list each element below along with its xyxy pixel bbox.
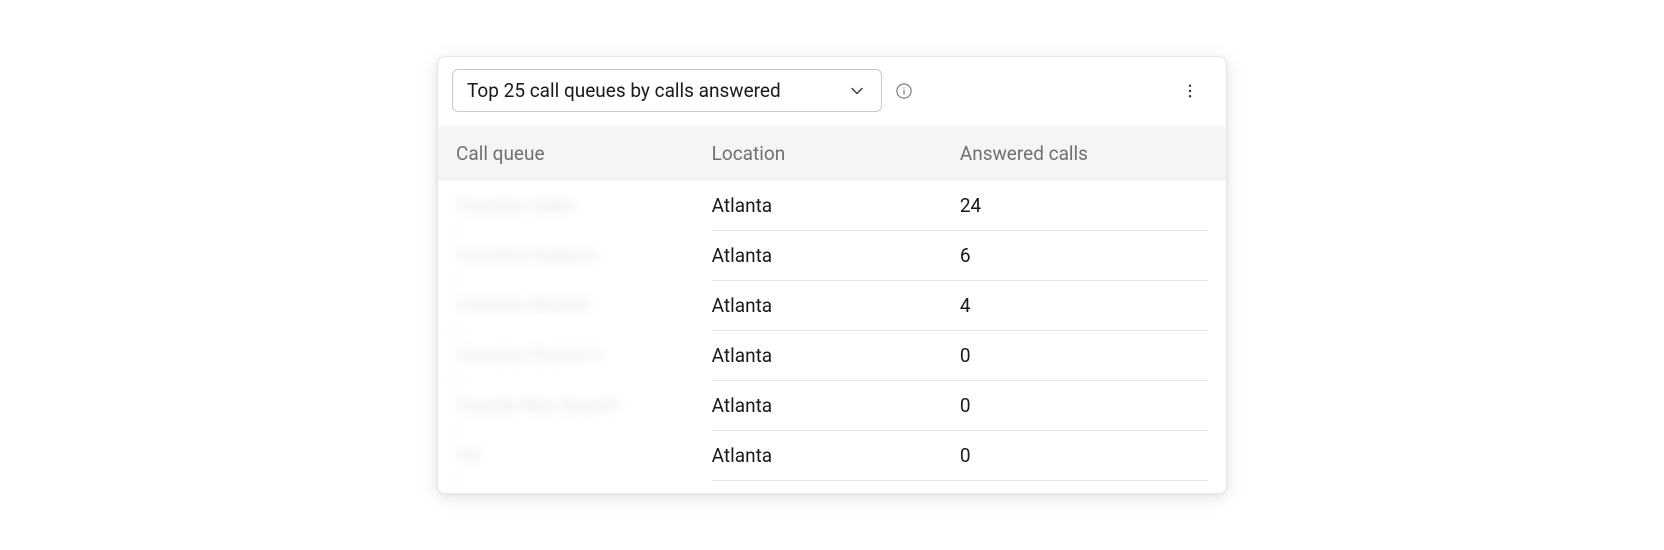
table-row[interactable]: CQ Atlanta 0	[438, 431, 1226, 481]
more-options-button[interactable]	[1176, 77, 1204, 105]
cell-location: Atlanta	[712, 281, 960, 331]
column-header-location[interactable]: Location	[712, 142, 960, 165]
table-row[interactable]: Cumulus Branch 2 Atlanta 0	[438, 331, 1226, 381]
table-row[interactable]: Cumulus Sales Atlanta 24	[438, 181, 1226, 231]
call-queues-table: Call queue Location Answered calls Cumul…	[438, 126, 1226, 493]
cell-answered-calls: 6	[960, 231, 1208, 281]
chevron-down-icon	[847, 81, 867, 101]
column-header-call-queue[interactable]: Call queue	[456, 142, 712, 165]
cell-answered-calls: 0	[960, 331, 1208, 381]
info-icon[interactable]	[894, 81, 914, 101]
cell-location: Atlanta	[712, 381, 960, 431]
table-row[interactable]: Cumuls New Branch Atlanta 0	[438, 381, 1226, 431]
cell-call-queue: Cumulus Support	[456, 231, 712, 281]
cell-answered-calls: 24	[960, 181, 1208, 231]
cell-location: Atlanta	[712, 331, 960, 381]
cell-call-queue: Cumulus Branch 2	[456, 331, 712, 381]
cell-answered-calls: 0	[960, 431, 1208, 481]
cell-location: Atlanta	[712, 431, 960, 481]
cell-answered-calls: 0	[960, 381, 1208, 431]
metric-dropdown[interactable]: Top 25 call queues by calls answered	[452, 69, 882, 112]
table-header-row: Call queue Location Answered calls	[438, 126, 1226, 181]
table-row[interactable]: Cumulus Branch Atlanta 4	[438, 281, 1226, 331]
metric-dropdown-label: Top 25 call queues by calls answered	[467, 79, 831, 102]
cell-location: Atlanta	[712, 231, 960, 281]
cell-call-queue: Cumulus Branch	[456, 281, 712, 331]
table-row[interactable]: Cumulus Support Atlanta 6	[438, 231, 1226, 281]
cell-answered-calls: 4	[960, 281, 1208, 331]
table-body: Cumulus Sales Atlanta 24 Cumulus Support…	[438, 181, 1226, 493]
cell-location: Atlanta	[712, 181, 960, 231]
cell-call-queue: CQ	[456, 431, 712, 481]
column-header-answered-calls[interactable]: Answered calls	[960, 142, 1208, 165]
call-queues-card: Top 25 call queues by calls answered Cal…	[437, 56, 1227, 494]
cell-call-queue: Cumulus Sales	[456, 181, 712, 231]
cell-call-queue: Cumuls New Branch	[456, 381, 712, 431]
card-header: Top 25 call queues by calls answered	[438, 57, 1226, 126]
